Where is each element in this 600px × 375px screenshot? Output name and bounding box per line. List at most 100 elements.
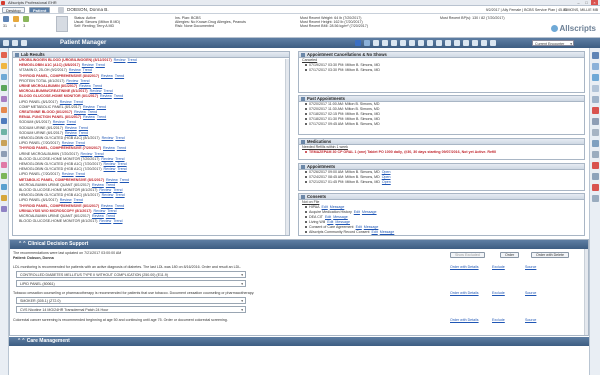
rs-dashboard-icon[interactable]	[591, 52, 599, 59]
sidebar-results-icon[interactable]	[1, 107, 7, 113]
open-link[interactable]: Open	[382, 170, 391, 174]
flag-icon[interactable]	[355, 40, 361, 46]
back-icon[interactable]	[454, 40, 460, 46]
care-management-header[interactable]: ⌃⌃ Care Management	[9, 337, 589, 346]
past-appointments-header[interactable]: Past Appointments	[299, 96, 584, 102]
review-link[interactable]: Review	[65, 126, 77, 130]
edit-link[interactable]: Edit	[358, 235, 364, 236]
close-icon[interactable]: ×	[591, 0, 598, 5]
message-link[interactable]: Message	[366, 235, 381, 236]
trend-link[interactable]: Trend	[120, 178, 129, 182]
home-icon[interactable]	[3, 40, 9, 46]
sidebar-notes-icon[interactable]	[1, 129, 7, 135]
trend-link[interactable]: Trend	[115, 204, 124, 208]
review-link[interactable]: Review	[90, 89, 102, 93]
rec1-order-select[interactable]: LIPID PANEL (80061) ▾	[16, 280, 246, 287]
edit-link[interactable]: Edit	[325, 215, 331, 219]
messages-icon[interactable]	[13, 16, 20, 22]
review-link[interactable]: Review	[104, 167, 116, 171]
review-link[interactable]: Review	[83, 115, 95, 119]
trend-link[interactable]: Trend	[79, 131, 88, 135]
fax-icon[interactable]	[400, 40, 406, 46]
trend-link[interactable]: Trend	[80, 79, 89, 83]
trend-link[interactable]: Trend	[113, 188, 122, 192]
trend-link[interactable]: Trend	[114, 94, 123, 98]
trend-link[interactable]: Trend	[97, 105, 106, 109]
tools-icon[interactable]	[445, 40, 451, 46]
rs-worklist-icon[interactable]	[591, 63, 599, 70]
open-link[interactable]: Open	[382, 180, 391, 184]
print-icon[interactable]	[391, 40, 397, 46]
exclude-link[interactable]: Exclude	[492, 265, 505, 269]
sidebar-history-icon[interactable]	[1, 151, 7, 157]
collapse-icon[interactable]	[481, 40, 487, 46]
cds-scrollbar[interactable]	[584, 249, 588, 335]
order-with-delete-button[interactable]: Order with Delete	[531, 252, 569, 258]
refresh-icon[interactable]	[21, 40, 27, 46]
review-link[interactable]: Review	[62, 172, 74, 176]
appt-cancellations-header[interactable]: Appointment Cancellations & No Shows	[299, 52, 584, 58]
sidebar-chart-icon[interactable]	[1, 52, 7, 58]
rs-folder-icon[interactable]	[591, 184, 599, 191]
list-item[interactable]: TEMAZEPAM 30 CP ORAL 1 (one) Tablet PO 1…	[299, 150, 584, 155]
trend-link[interactable]: Trend	[117, 146, 126, 150]
calendar-icon[interactable]	[364, 40, 370, 46]
rec2-diagnosis-select[interactable]: SMOKER (305.1) (Z72.0) ▾	[16, 297, 246, 304]
lab-scrollbar[interactable]	[285, 59, 289, 235]
sidebar-problems-icon[interactable]	[1, 63, 7, 69]
alerts-icon[interactable]	[23, 16, 30, 22]
sidebar-documents-icon[interactable]	[1, 140, 7, 146]
review-link[interactable]: Review	[60, 198, 72, 202]
sidebar-messages-icon[interactable]	[1, 184, 7, 190]
review-link[interactable]: Review	[101, 204, 113, 208]
rs-inbox-icon[interactable]	[591, 74, 599, 81]
review-link[interactable]: Review	[94, 209, 106, 213]
review-link[interactable]: Review	[103, 146, 115, 150]
trend-link[interactable]: Trend	[93, 84, 102, 88]
message-link[interactable]: Message	[380, 230, 395, 234]
review-link[interactable]: Review	[60, 100, 72, 104]
review-link[interactable]: Review	[62, 141, 74, 145]
trend-link[interactable]: Trend	[74, 100, 83, 104]
edit-link[interactable]: Edit	[372, 230, 378, 234]
show-excluded-button[interactable]: Show Excluded	[450, 252, 485, 258]
rs-calendar-icon[interactable]	[591, 85, 599, 92]
source-link[interactable]: Source	[525, 265, 536, 269]
trend-link[interactable]: Trend	[88, 110, 97, 114]
sidebar-schedule-icon[interactable]	[1, 195, 7, 201]
trend-link[interactable]: Trend	[79, 126, 88, 130]
rs-phone-icon[interactable]	[591, 151, 599, 158]
trend-link[interactable]: Trend	[107, 209, 116, 213]
edit-link[interactable]: Edit	[356, 225, 362, 229]
trend-link[interactable]: Trend	[117, 162, 126, 166]
message-link[interactable]: Message	[362, 210, 377, 214]
rs-lab-icon[interactable]	[591, 118, 599, 125]
trend-link[interactable]: Trend	[115, 74, 124, 78]
rs-clipboard-icon[interactable]	[591, 96, 599, 103]
review-link[interactable]: Review	[65, 131, 77, 135]
sidebar-vitals-icon[interactable]	[1, 96, 7, 102]
consents-header[interactable]: Consents	[299, 194, 584, 200]
message-link[interactable]: Message	[333, 215, 348, 219]
trend-link[interactable]: Trend	[97, 115, 106, 119]
review-link[interactable]: Review	[92, 214, 104, 218]
header-user[interactable]: SIMONS, MILLIE MB	[564, 7, 598, 13]
forward-icon[interactable]	[463, 40, 469, 46]
trend-link[interactable]: Trend	[76, 172, 85, 176]
rs-scan-icon[interactable]	[591, 173, 599, 180]
patient-name[interactable]: DOBSON, Donna B.	[67, 7, 109, 13]
search-icon[interactable]	[436, 40, 442, 46]
review-link[interactable]: Review	[114, 58, 126, 62]
trend-link[interactable]: Trend	[115, 193, 124, 197]
medications-header[interactable]: Medications	[299, 139, 584, 145]
trend-link[interactable]: Trend	[83, 68, 92, 72]
maximize-icon[interactable]: □	[583, 0, 590, 5]
source-link[interactable]: Source	[525, 318, 536, 322]
sidebar-reports-icon[interactable]	[1, 206, 7, 212]
review-link[interactable]: Review	[53, 120, 65, 124]
sidebar-orders-icon[interactable]	[1, 118, 7, 124]
review-link[interactable]: Review	[69, 68, 81, 72]
trend-link[interactable]: Trend	[106, 183, 115, 187]
lab-results-header[interactable]: Lab Results	[13, 52, 289, 58]
review-link[interactable]: Review	[74, 110, 86, 114]
